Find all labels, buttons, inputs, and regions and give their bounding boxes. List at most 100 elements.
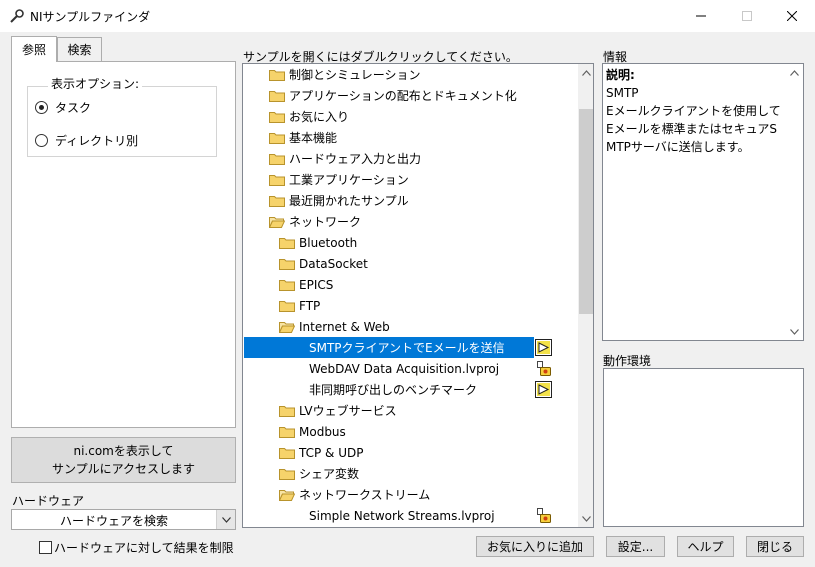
info-heading: 説明: xyxy=(606,68,635,82)
probe-icon xyxy=(10,9,24,23)
tree-row-label: 最近開かれたサンプル xyxy=(289,194,409,208)
folder-open-icon xyxy=(279,490,295,501)
tab-search[interactable]: 検索 xyxy=(57,37,102,61)
tree-row[interactable]: シェア変数 xyxy=(243,463,577,484)
radio-directory[interactable] xyxy=(35,134,48,147)
tree-row-label: 制御とシミュレーション xyxy=(289,68,421,82)
folder-icon xyxy=(279,238,295,249)
folder-icon xyxy=(279,259,295,270)
tree-row[interactable]: Bluetooth xyxy=(243,232,577,253)
folder-icon xyxy=(269,133,285,144)
tree-row[interactable]: 制御とシミュレーション xyxy=(243,64,577,85)
minimize-button[interactable] xyxy=(678,0,724,32)
tree-row[interactable]: TCP & UDP xyxy=(243,442,577,463)
lvproj-icon xyxy=(537,508,551,523)
vi-icon xyxy=(535,339,552,356)
help-button[interactable]: ヘルプ xyxy=(677,536,734,557)
folder-icon xyxy=(269,154,285,165)
scroll-thumb[interactable] xyxy=(579,109,593,314)
scroll-up-button[interactable] xyxy=(578,64,593,81)
tree-row-label: 基本機能 xyxy=(289,131,338,145)
folder-icon xyxy=(269,175,285,186)
tree-row[interactable]: LVウェブサービス xyxy=(243,400,577,421)
scroll-down-button[interactable] xyxy=(578,510,593,527)
tree-row-label: ネットワーク xyxy=(289,215,362,229)
tree-row-label: Internet & Web xyxy=(299,319,390,334)
folder-icon xyxy=(269,70,285,81)
tree-row[interactable]: Simple Network Streams.lvproj xyxy=(243,505,577,526)
tree-row[interactable]: 非同期呼び出しのベンチマーク xyxy=(243,379,577,400)
hardware-select[interactable]: ハードウェアを検索 xyxy=(11,509,236,530)
tree-row[interactable]: Internet & Web xyxy=(243,316,577,337)
ni-button-line1: ni.comを表示して xyxy=(73,444,174,458)
ni-button-line2: サンプルにアクセスします xyxy=(51,462,196,476)
close-window-button[interactable] xyxy=(769,0,815,32)
settings-button[interactable]: 設定... xyxy=(606,536,665,557)
tree-row[interactable]: Modbus xyxy=(243,421,577,442)
folder-icon xyxy=(279,280,295,291)
chevron-down-icon xyxy=(581,515,591,522)
tree-row-label: お気に入り xyxy=(289,110,350,124)
environment-label: 動作環境 xyxy=(603,354,652,368)
scroll-up-button[interactable] xyxy=(786,64,803,81)
info-line: Eメールを標準またはセキュアS xyxy=(606,122,777,136)
tree-row-label: Bluetooth xyxy=(299,235,358,250)
folder-icon xyxy=(279,448,295,459)
tree-row[interactable]: 工業アプリケーション xyxy=(243,169,577,190)
tree-row[interactable]: EPICS xyxy=(243,274,577,295)
tree-row[interactable]: 基本機能 xyxy=(243,127,577,148)
info-scrollbar[interactable] xyxy=(786,64,803,340)
tree-row-label: アプリケーションの配布とドキュメント化 xyxy=(289,89,517,103)
limit-to-hardware-checkbox[interactable] xyxy=(39,541,52,554)
close-button[interactable]: 閉じる xyxy=(746,536,804,557)
tree-row[interactable]: FTP xyxy=(243,295,577,316)
folder-icon xyxy=(269,112,285,123)
example-tree[interactable]: 制御とシミュレーションアプリケーションの配布とドキュメント化 お気に入り基本機能ハ… xyxy=(242,63,594,528)
radio-task[interactable] xyxy=(35,101,48,114)
tree-row[interactable]: ネットワークストリーム xyxy=(243,484,577,505)
tree-row-label: シェア変数 xyxy=(299,467,360,481)
dropdown-button[interactable] xyxy=(216,510,235,529)
tab-browse[interactable]: 参照 xyxy=(11,36,57,62)
lvproj-icon xyxy=(537,361,551,376)
tree-row-label: FTP xyxy=(299,298,321,313)
tree-row[interactable]: アプリケーションの配布とドキュメント化 xyxy=(243,85,577,106)
tree-row-label: Simple Network Streams.lvproj xyxy=(309,508,495,523)
radio-directory-label[interactable]: ディレクトリ別 xyxy=(55,132,138,149)
scroll-down-button[interactable] xyxy=(786,323,803,340)
tree-row[interactable]: DataSocket xyxy=(243,253,577,274)
window-title: NIサンプルファインダ xyxy=(30,10,151,24)
info-line: Eメールクライアントを使用して xyxy=(606,104,781,118)
info-line: SMTP xyxy=(606,86,639,100)
tree-row[interactable]: ネットワーク xyxy=(243,211,577,232)
chevron-up-icon xyxy=(581,69,591,76)
list-scrollbar[interactable] xyxy=(578,64,593,527)
info-line: MTPサーバに送信します。 xyxy=(606,140,750,154)
tree-row[interactable]: ハードウェア入力と出力 xyxy=(243,148,577,169)
vi-icon xyxy=(535,381,552,398)
tree-row-label: 工業アプリケーション xyxy=(289,173,409,187)
tree-row-label: Modbus xyxy=(299,424,346,439)
tree-row-label: TCP & UDP xyxy=(299,445,364,460)
tree-row[interactable]: SMTPクライアントでEメールを送信 xyxy=(243,337,577,358)
tree-row-label: ネットワークストリーム xyxy=(299,488,431,502)
tree-row[interactable]: お気に入り xyxy=(243,106,577,127)
hardware-label: ハードウェア xyxy=(12,494,85,508)
tree-row[interactable]: 最近開かれたサンプル xyxy=(243,190,577,211)
maximize-icon xyxy=(742,11,752,21)
add-to-favorites-button[interactable]: お気に入りに追加 xyxy=(476,536,594,557)
folder-icon xyxy=(269,91,285,102)
folder-icon xyxy=(279,427,295,438)
info-text: 説明: SMTP Eメールクライアントを使用して Eメールを標準またはセキュアS… xyxy=(606,66,786,156)
chevron-up-icon xyxy=(790,69,799,76)
folder-icon xyxy=(269,196,285,207)
visit-ni-com-button[interactable]: ni.comを表示して サンプルにアクセスします xyxy=(11,437,236,483)
maximize-button[interactable] xyxy=(724,0,770,32)
radio-task-label[interactable]: タスク xyxy=(55,99,91,116)
folder-icon xyxy=(279,406,295,417)
minimize-icon xyxy=(696,15,706,17)
info-panel[interactable]: 説明: SMTP Eメールクライアントを使用して Eメールを標準またはセキュアS… xyxy=(602,63,804,341)
limit-to-hardware-label[interactable]: ハードウェアに対して結果を制限 xyxy=(54,539,234,556)
tree-row[interactable]: WebDAV Data Acquisition.lvproj xyxy=(243,358,577,379)
tree-row-label: SMTPクライアントでEメールを送信 xyxy=(309,341,505,355)
